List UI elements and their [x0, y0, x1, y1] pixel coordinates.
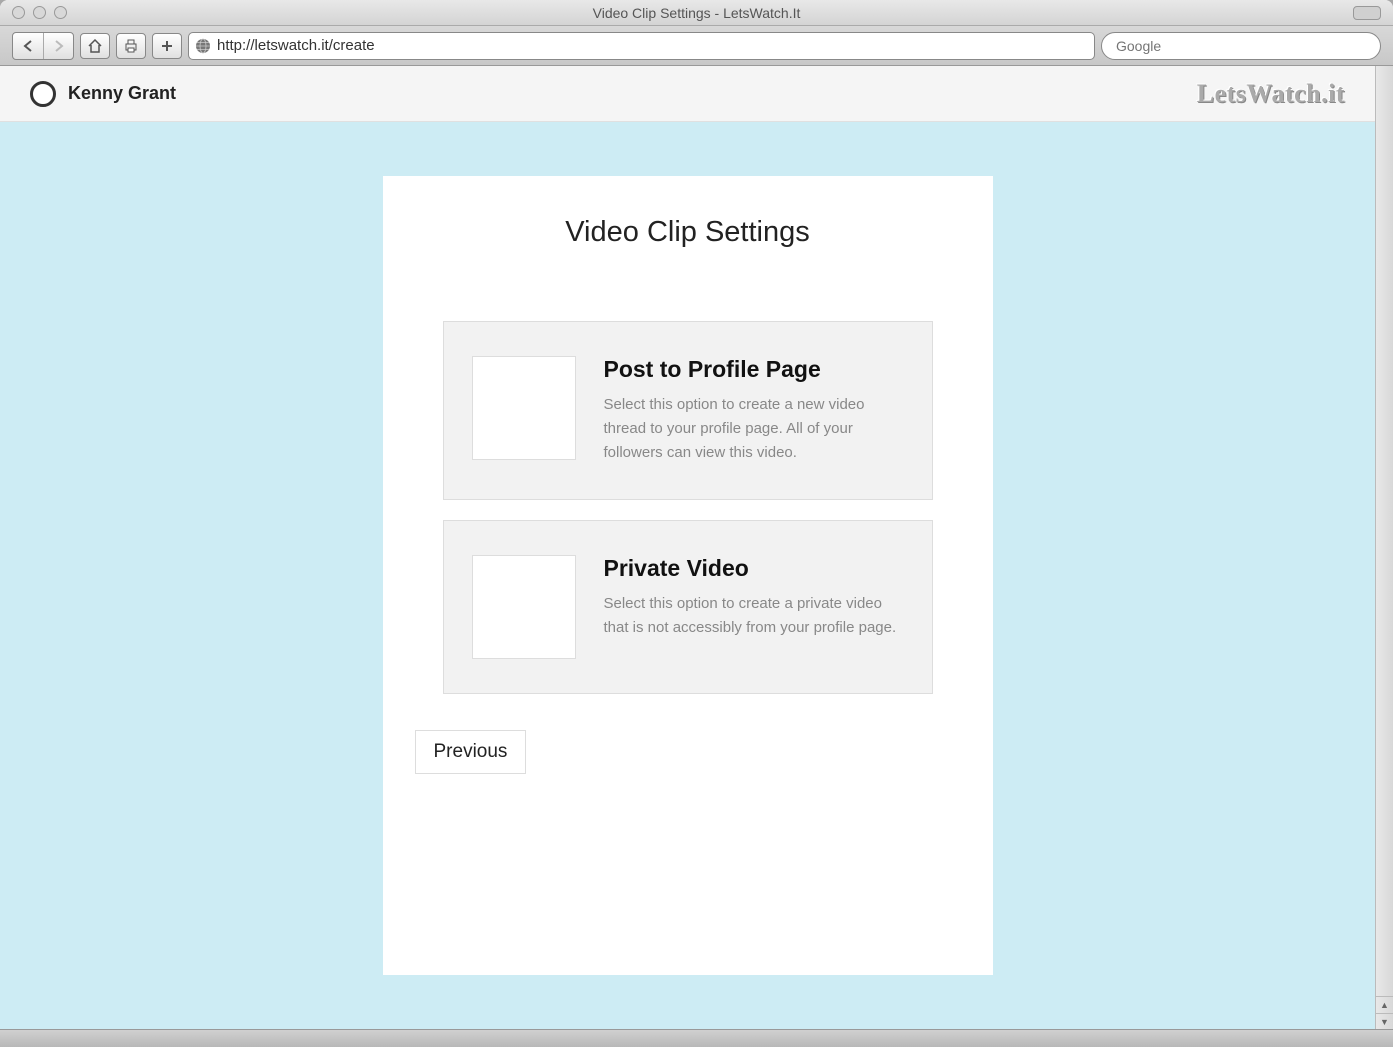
- page-header: Kenny Grant LetsWatch.it: [0, 66, 1375, 122]
- globe-icon: [195, 38, 211, 54]
- address-bar[interactable]: http://letswatch.it/create: [188, 32, 1095, 60]
- scroll-down-button[interactable]: ▼: [1376, 1013, 1393, 1029]
- settings-card: Video Clip Settings Post to Profile Page…: [383, 176, 993, 975]
- print-icon: [123, 39, 139, 53]
- nav-button-group: [12, 32, 74, 60]
- option-description: Select this option to create a new video…: [604, 393, 904, 465]
- option-thumbnail: [472, 356, 576, 460]
- option-title: Private Video: [604, 555, 904, 582]
- close-window-button[interactable]: [12, 6, 25, 19]
- viewport: Kenny Grant LetsWatch.it Video Clip Sett…: [0, 66, 1393, 1029]
- statusbar: [0, 1029, 1393, 1047]
- maximize-window-button[interactable]: [54, 6, 67, 19]
- previous-button[interactable]: Previous: [415, 730, 527, 774]
- option-body: Post to Profile Page Select this option …: [604, 356, 904, 465]
- plus-icon: [160, 39, 174, 53]
- option-post-to-profile[interactable]: Post to Profile Page Select this option …: [443, 321, 933, 500]
- back-icon: [23, 40, 33, 52]
- scroll-arrows: ▲ ▼: [1376, 996, 1393, 1029]
- home-icon: [87, 39, 103, 53]
- site-logo[interactable]: LetsWatch.it: [1197, 79, 1345, 109]
- traffic-lights: [12, 6, 67, 19]
- window-titlebar: Video Clip Settings - LetsWatch.It: [0, 0, 1393, 26]
- browser-window: Video Clip Settings - LetsWatch.It: [0, 0, 1393, 1047]
- forward-button[interactable]: [43, 33, 73, 59]
- tab-overview-button[interactable]: [1353, 6, 1381, 20]
- browser-toolbar: http://letswatch.it/create: [0, 26, 1393, 66]
- scroll-up-button[interactable]: ▲: [1376, 997, 1393, 1013]
- option-thumbnail: [472, 555, 576, 659]
- print-button[interactable]: [116, 33, 146, 59]
- option-description: Select this option to create a private v…: [604, 592, 904, 640]
- page-content: Video Clip Settings Post to Profile Page…: [0, 122, 1375, 1029]
- actions: Previous: [415, 730, 961, 774]
- options-list: Post to Profile Page Select this option …: [415, 321, 961, 694]
- avatar: [30, 81, 56, 107]
- user-area[interactable]: Kenny Grant: [30, 81, 176, 107]
- minimize-window-button[interactable]: [33, 6, 46, 19]
- url-text: http://letswatch.it/create: [217, 37, 375, 54]
- home-button[interactable]: [80, 33, 110, 59]
- browser-search-input[interactable]: [1101, 32, 1381, 60]
- back-button[interactable]: [13, 33, 43, 59]
- page: Kenny Grant LetsWatch.it Video Clip Sett…: [0, 66, 1375, 1029]
- vertical-scrollbar[interactable]: ▲ ▼: [1375, 66, 1393, 1029]
- add-tab-button[interactable]: [152, 33, 182, 59]
- option-body: Private Video Select this option to crea…: [604, 555, 904, 640]
- option-title: Post to Profile Page: [604, 356, 904, 383]
- username: Kenny Grant: [68, 83, 176, 104]
- page-title: Video Clip Settings: [415, 216, 961, 249]
- window-title: Video Clip Settings - LetsWatch.It: [593, 5, 801, 21]
- option-private-video[interactable]: Private Video Select this option to crea…: [443, 520, 933, 694]
- forward-icon: [54, 40, 64, 52]
